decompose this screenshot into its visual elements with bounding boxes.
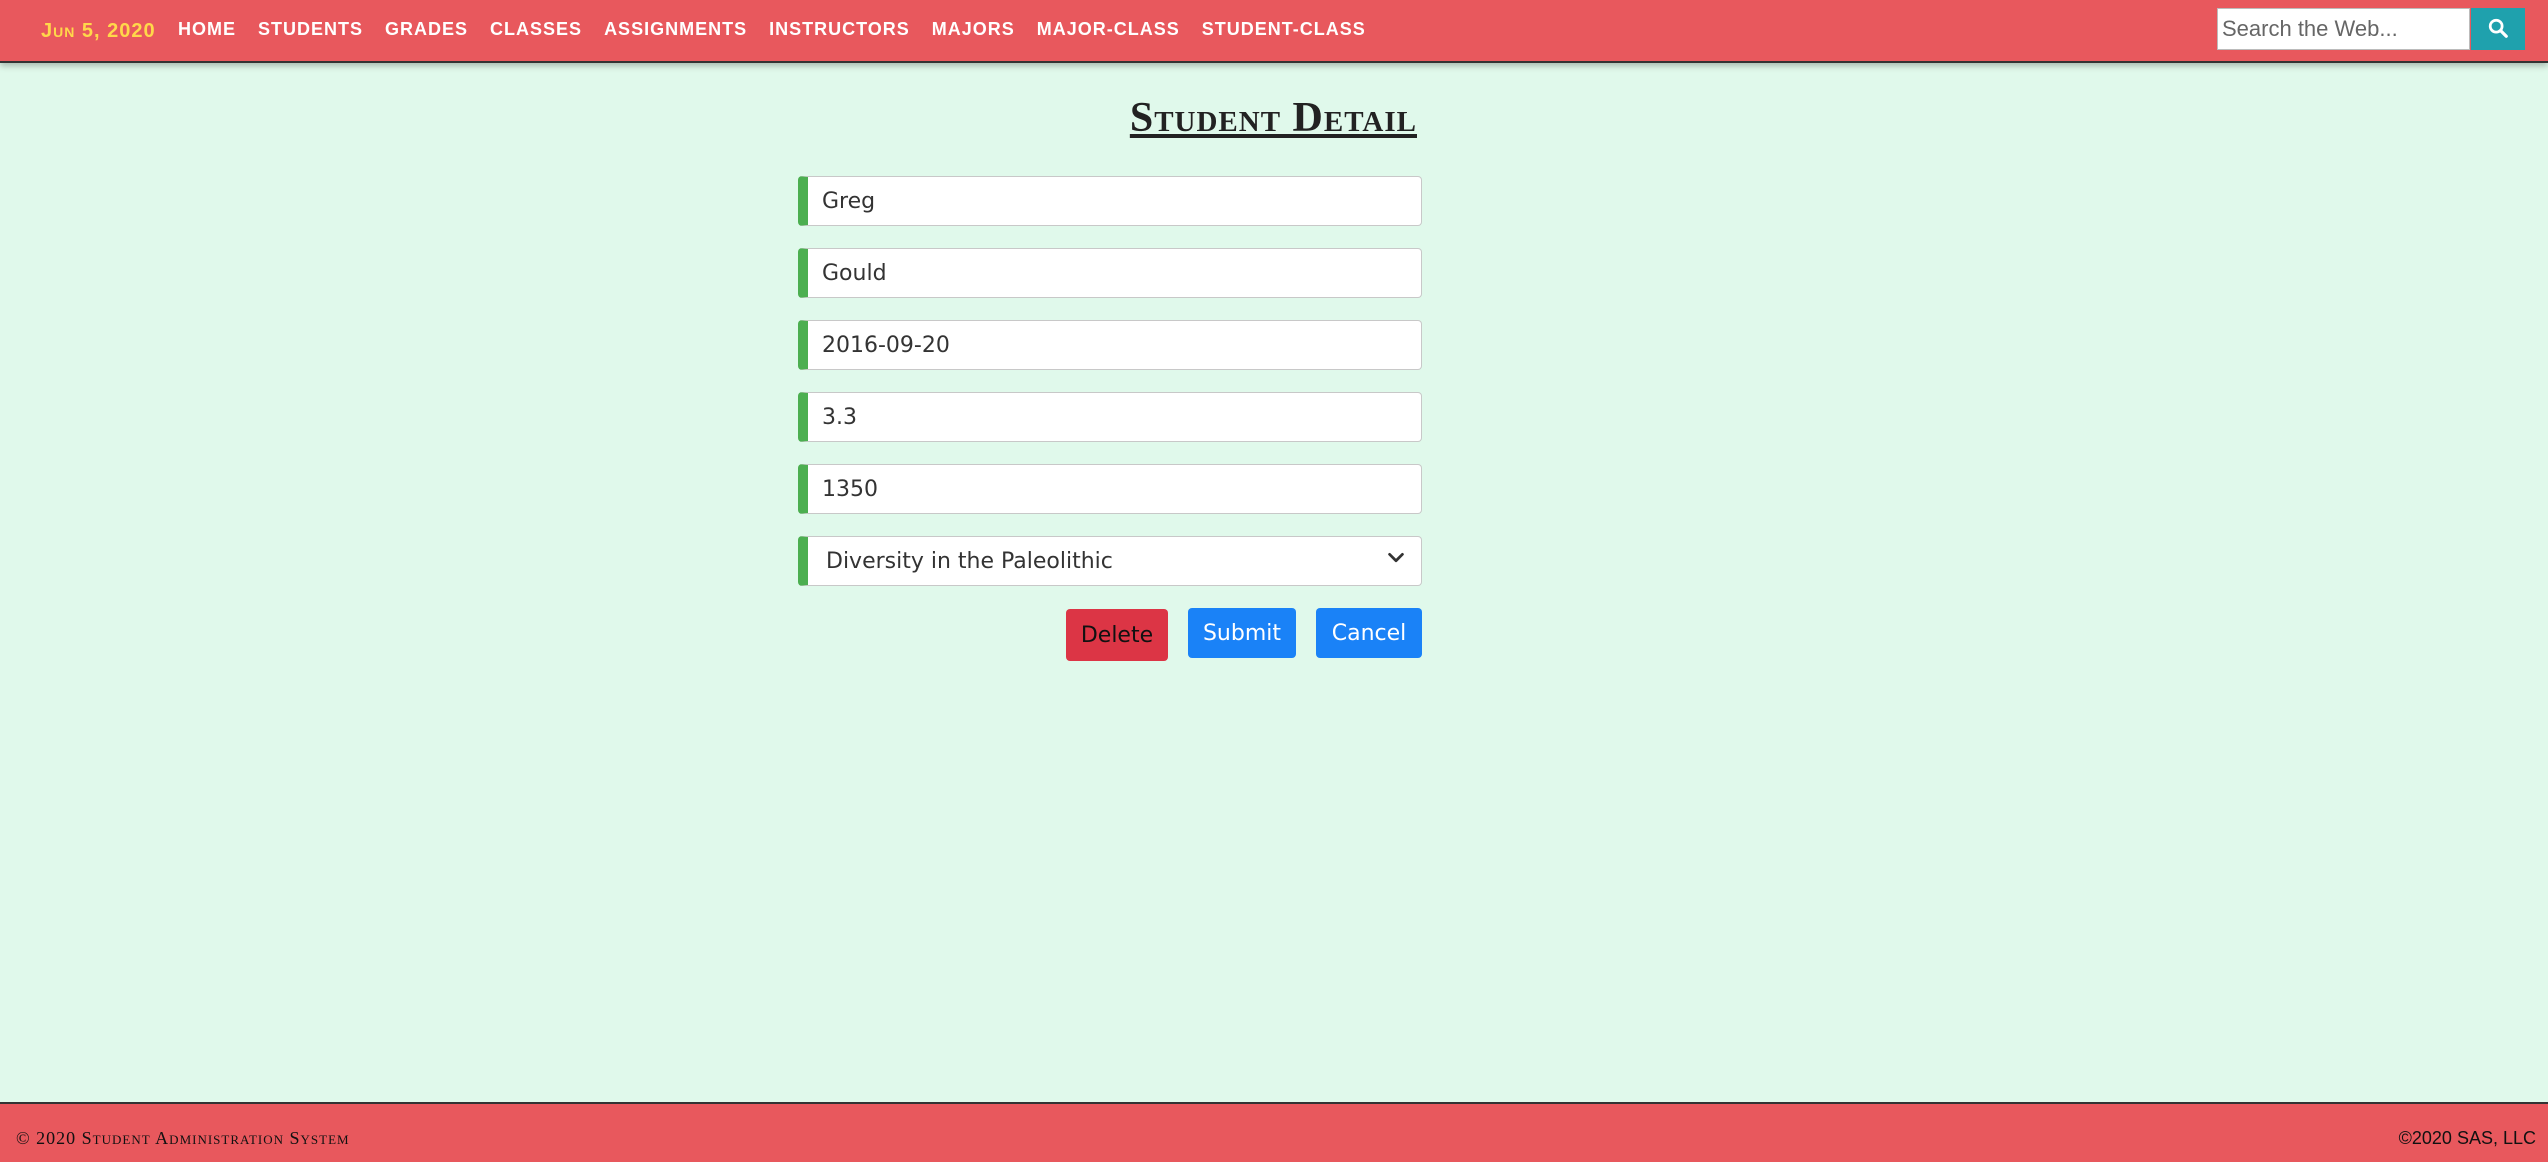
- first-name-field[interactable]: [798, 176, 1422, 226]
- nav-link-assignments[interactable]: Assignments: [604, 19, 747, 40]
- major-select-value: Diversity in the Paleolithic: [826, 548, 1113, 574]
- search-icon: [2487, 17, 2509, 42]
- page-title: Student Detail: [1129, 95, 1417, 141]
- nav-links: Home Students Grades Classes Assignments…: [178, 19, 1388, 40]
- submit-button[interactable]: Submit: [1188, 608, 1296, 658]
- chevron-down-icon: [1385, 547, 1407, 575]
- last-name-field[interactable]: [798, 248, 1422, 298]
- major-select[interactable]: Diversity in the Paleolithic: [798, 536, 1422, 586]
- footer-company: ©2020 SAS, LLC: [2398, 1128, 2536, 1148]
- nav-link-major-class[interactable]: Major-Class: [1037, 19, 1180, 40]
- nav-date: Jun 5, 2020: [41, 20, 156, 42]
- search-input[interactable]: [2217, 8, 2470, 50]
- gpa-field[interactable]: [798, 392, 1422, 442]
- nav-link-grades[interactable]: Grades: [385, 19, 468, 40]
- date-field[interactable]: [798, 320, 1422, 370]
- nav-link-majors[interactable]: Majors: [932, 19, 1015, 40]
- nav-link-instructors[interactable]: Instructors: [769, 19, 910, 40]
- footer-copyright: © 2020 Student Administration System: [16, 1128, 350, 1148]
- sat-score-field[interactable]: [798, 464, 1422, 514]
- nav-link-students[interactable]: Students: [258, 19, 363, 40]
- cancel-button[interactable]: Cancel: [1316, 608, 1422, 658]
- nav-link-home[interactable]: Home: [178, 19, 236, 40]
- nav-link-student-class[interactable]: Student-Class: [1202, 19, 1366, 40]
- footer: © 2020 Student Administration System ©20…: [0, 1102, 2548, 1162]
- nav-link-classes[interactable]: Classes: [490, 19, 582, 40]
- delete-button[interactable]: Delete: [1066, 609, 1168, 661]
- search-button[interactable]: [2471, 8, 2525, 50]
- top-navbar: Jun 5, 2020 Home Students Grades Classes…: [0, 0, 2548, 63]
